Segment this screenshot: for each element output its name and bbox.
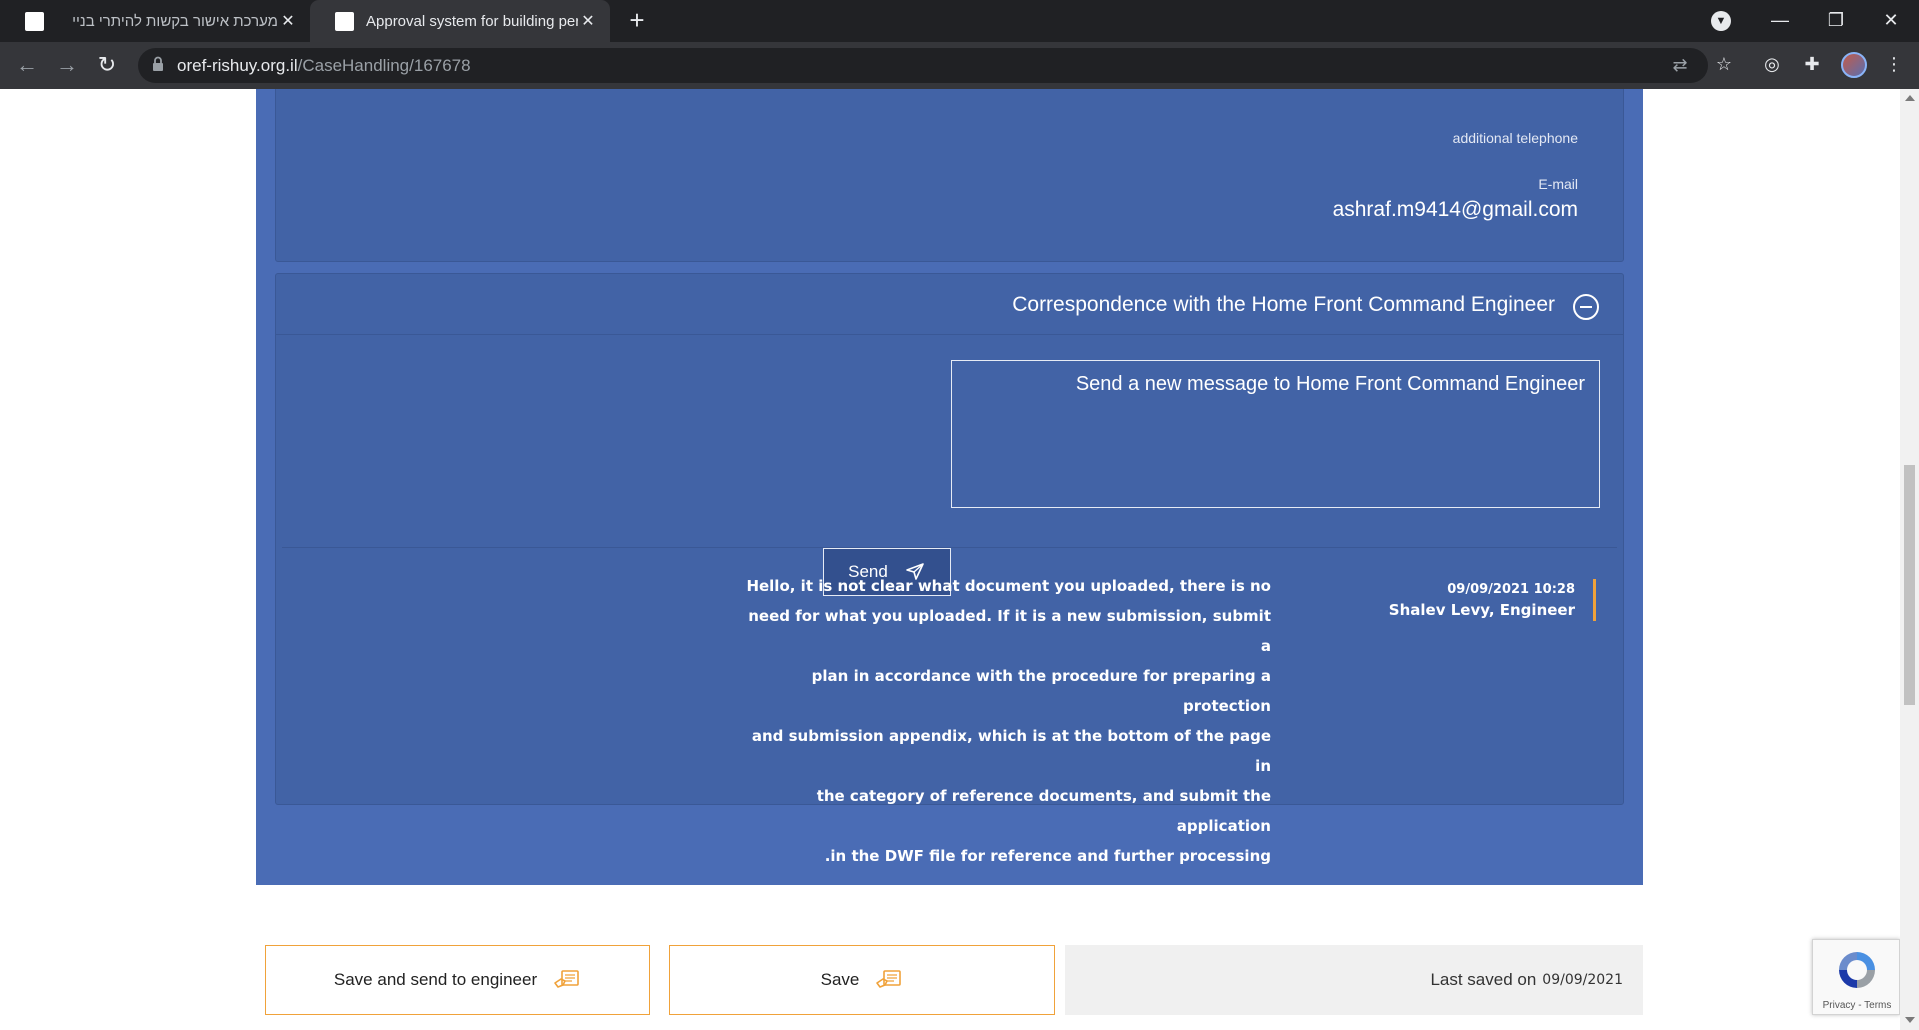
tab-title: מערכת אישור בקשות להיתרי בניי	[72, 12, 278, 30]
save-and-send-label: Save and send to engineer	[333, 970, 538, 989]
message-line: and submission appendix, which is at the…	[751, 727, 1271, 775]
save-and-send-button[interactable]: Save and send to engineer	[265, 945, 650, 1015]
message-line: Hello, it is not clear what document you…	[746, 577, 1271, 595]
correspondence-card: Correspondence with the Home Front Comma…	[275, 273, 1624, 865]
message-line: .in the DWF file for reference and furth…	[824, 847, 1271, 865]
lock-icon	[153, 56, 163, 71]
tab-title: Approval system for building per	[366, 12, 578, 30]
browser-tab-active[interactable]: Approval system for building per ✕	[310, 0, 610, 42]
email-label: E-mail	[1538, 176, 1578, 192]
last-saved-status: Last saved on 09/09/2021	[1065, 945, 1643, 1015]
divider	[282, 547, 1617, 548]
minimize-icon[interactable]: —	[1752, 0, 1808, 42]
email-value: ashraf.m9414@gmail.com	[1332, 198, 1578, 221]
message-meta: 09/09/2021 10:28 Shalev Levy, Engineer	[1389, 582, 1575, 619]
form-panel: additional telephone E-mail ashraf.m9414…	[256, 89, 1643, 885]
last-saved-label: Last saved on	[1430, 970, 1537, 989]
browser-tab-hebrew[interactable]: מערכת אישור בקשות להיתרי בניי ✕	[0, 0, 310, 42]
hand-document-icon	[876, 970, 902, 988]
tab-search-chevron-icon[interactable]: ▼	[1711, 11, 1731, 31]
divider	[276, 334, 1623, 335]
url-domain: oref-rishuy.org.il	[177, 56, 298, 75]
restore-icon[interactable]: ❐	[1808, 0, 1864, 42]
additional-telephone-label: additional telephone	[1452, 130, 1578, 146]
hand-document-icon	[554, 970, 579, 988]
profile-avatar[interactable]	[1841, 52, 1867, 78]
page-viewport: additional telephone E-mail ashraf.m9414…	[0, 89, 1900, 1030]
last-saved-date: 09/09/2021	[1542, 972, 1623, 988]
scroll-down-arrow-icon[interactable]	[1905, 1017, 1915, 1023]
new-message-input[interactable]	[951, 360, 1600, 508]
contact-details-card: additional telephone E-mail ashraf.m9414…	[275, 89, 1624, 262]
recaptcha-logo-icon	[1839, 952, 1875, 988]
back-arrow-icon[interactable]: ←	[11, 50, 43, 82]
recaptcha-footer-text[interactable]: Privacy - Terms	[1813, 1000, 1900, 1011]
correspondence-title[interactable]: Correspondence with the Home Front Comma…	[1012, 293, 1555, 317]
message-line: need for what you uploaded. If it is a n…	[748, 607, 1271, 655]
message-body: Hello, it is not clear what document you…	[736, 571, 1271, 871]
save-button[interactable]: Save	[669, 945, 1055, 1015]
save-label: Save	[820, 970, 860, 989]
forward-arrow-icon[interactable]: →	[51, 50, 83, 82]
message-date: 09/09/2021 10:28	[1447, 582, 1575, 597]
recaptcha-badge[interactable]: Privacy - Terms	[1812, 939, 1900, 1015]
browser-window: מערכת אישור בקשות להיתרי בניי ✕ Approval…	[0, 0, 1919, 1030]
translate-icon[interactable]: ⇄	[1668, 53, 1692, 77]
tab-favicon	[335, 11, 354, 31]
browser-toolbar: ← → ↻ oref-rishuy.org.il/CaseHandling/16…	[0, 42, 1919, 89]
tab-strip: מערכת אישור בקשות להיתרי בניי ✕ Approval…	[0, 0, 1919, 42]
url-path: /CaseHandling/167678	[297, 56, 471, 75]
page-scrollbar[interactable]	[1900, 89, 1919, 1030]
reload-icon[interactable]: ↻	[91, 50, 123, 82]
message-line: the category of reference documents, and…	[816, 787, 1271, 835]
tab-close-icon[interactable]: ✕	[278, 11, 298, 31]
tab-favicon	[25, 11, 44, 31]
message-accent-bar	[1593, 579, 1596, 621]
message-author: Shalev Levy, Engineer	[1388, 601, 1575, 619]
address-bar[interactable]: oref-rishuy.org.il/CaseHandling/167678 ⇄	[138, 48, 1708, 83]
scroll-up-arrow-icon[interactable]	[1905, 95, 1915, 101]
scrollbar-thumb[interactable]	[1904, 465, 1915, 705]
menu-dots-icon[interactable]: ⋮	[1882, 52, 1906, 76]
new-tab-plus-icon[interactable]: +	[622, 6, 652, 36]
extension-target-icon[interactable]: ◎	[1760, 52, 1784, 76]
url-text: oref-rishuy.org.il/CaseHandling/167678	[177, 56, 471, 76]
message-line: plan in accordance with the procedure fo…	[811, 667, 1271, 715]
tab-close-icon[interactable]: ✕	[578, 11, 598, 31]
close-window-icon[interactable]: ✕	[1863, 0, 1919, 42]
bookmark-star-icon[interactable]: ☆	[1712, 52, 1736, 76]
extensions-puzzle-icon[interactable]: ✚	[1800, 52, 1824, 76]
collapse-minus-icon[interactable]	[1573, 294, 1599, 320]
